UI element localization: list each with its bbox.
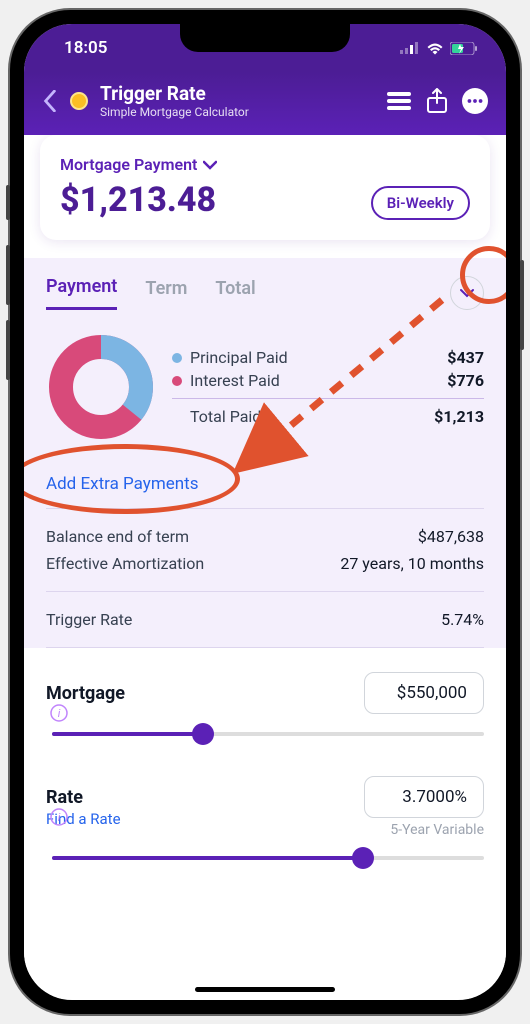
legend-principal-label: Principal Paid [190, 348, 288, 367]
mortgage-label: Mortgage [46, 683, 125, 704]
more-icon[interactable] [462, 87, 488, 115]
balance-label: Balance end of term [46, 527, 189, 546]
page-title: Trigger Rate [100, 82, 374, 105]
rate-input-block: Rate Find a Rate 3.7000% 5-Year Variable… [24, 746, 506, 870]
payment-donut-chart [46, 332, 156, 442]
app-header: Trigger Rate Simple Mortgage Calculator [24, 72, 506, 135]
page-subtitle: Simple Mortgage Calculator [100, 105, 374, 119]
mortgage-input-block: Mortgage $550,000 i [24, 648, 506, 746]
mortgage-slider[interactable] [52, 732, 484, 736]
frequency-pill[interactable]: Bi-Weekly [371, 186, 470, 220]
status-time: 18:05 [64, 38, 107, 58]
details-panel: Payment Term Total [24, 258, 506, 648]
expand-button[interactable] [450, 276, 484, 310]
chevron-down-icon [460, 288, 474, 298]
tab-payment[interactable]: Payment [46, 276, 117, 310]
payment-summary-card: Mortgage Payment $1,213.48 Bi-Weekly [40, 135, 490, 240]
info-icon[interactable]: i [50, 704, 68, 722]
legend-total-label: Total Paid [172, 407, 261, 426]
tab-total[interactable]: Total [215, 278, 255, 309]
trigger-rate-value: 5.74% [441, 610, 484, 629]
rate-type-label: 5-Year Variable [364, 822, 484, 838]
phone-screen: 18:05 Trigger Rate Simple Mortgage Calcu… [24, 24, 506, 1000]
svg-text:i: i [58, 707, 61, 720]
wifi-icon [426, 42, 444, 55]
status-icons [400, 42, 478, 55]
trigger-rate-label: Trigger Rate [46, 610, 132, 629]
device-notch [180, 24, 350, 52]
legend-interest-label: Interest Paid [190, 371, 280, 390]
mortgage-value-input[interactable]: $550,000 [364, 672, 484, 714]
slider-thumb[interactable] [352, 847, 374, 869]
legend-total-value: $1,213 [434, 407, 484, 426]
legend-dot-principal [172, 353, 182, 363]
legend-interest-value: $776 [447, 371, 484, 390]
phone-frame: 18:05 Trigger Rate Simple Mortgage Calcu… [10, 10, 520, 1014]
legend-dot-interest [172, 376, 182, 386]
payment-amount: $1,213.48 [60, 180, 217, 220]
rate-value-input[interactable]: 3.7000% [364, 776, 484, 818]
info-icon[interactable]: i [50, 808, 68, 826]
amortization-value: 27 years, 10 months [340, 554, 484, 573]
svg-text:i: i [58, 811, 61, 824]
rate-slider[interactable] [52, 856, 484, 860]
share-icon[interactable] [424, 88, 450, 114]
rate-label: Rate [46, 787, 121, 808]
legend-principal-value: $437 [447, 348, 484, 367]
menu-icon[interactable] [386, 91, 412, 111]
add-extra-payments-link[interactable]: Add Extra Payments [46, 474, 198, 494]
home-indicator[interactable] [195, 987, 335, 992]
payment-label-dropdown[interactable]: Mortgage Payment [60, 155, 217, 174]
balance-value: $487,638 [418, 527, 484, 546]
signal-icon [400, 42, 420, 54]
amortization-label: Effective Amortization [46, 554, 204, 573]
tab-term[interactable]: Term [145, 278, 187, 309]
app-badge-icon [70, 92, 88, 110]
back-icon[interactable] [42, 90, 58, 112]
battery-icon [450, 42, 478, 55]
chevron-down-icon [203, 160, 217, 170]
slider-thumb[interactable] [192, 723, 214, 745]
